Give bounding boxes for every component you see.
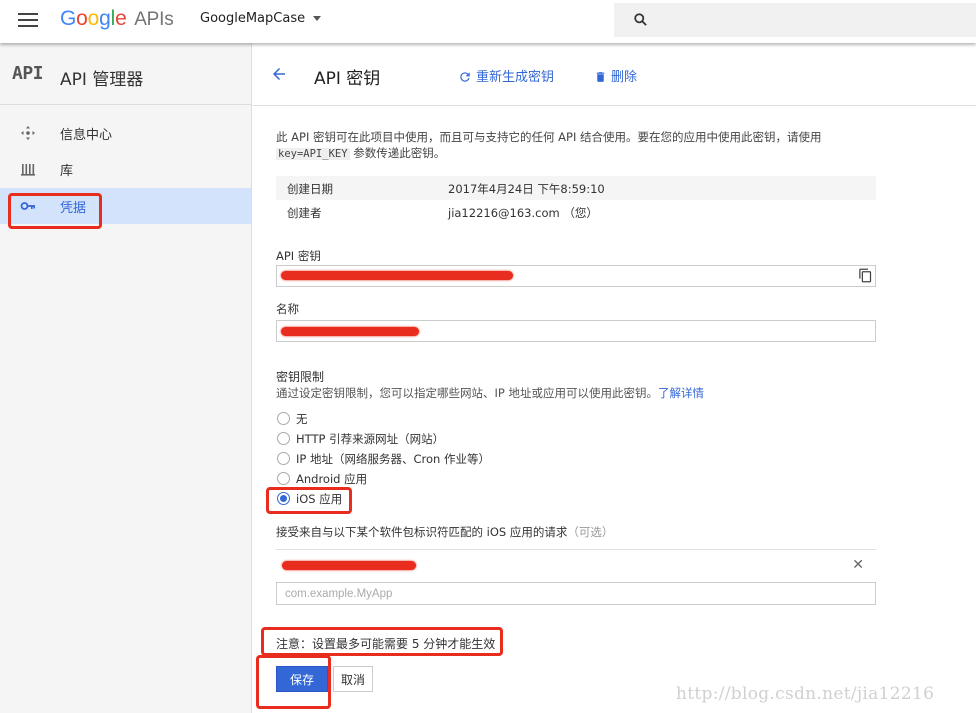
copy-icon[interactable] [858,268,873,283]
bundle-id-input[interactable] [276,582,876,605]
code-snippet: key=API_KEY [276,148,350,160]
close-icon[interactable]: ✕ [852,557,864,573]
dashboard-icon [21,126,35,140]
project-name: GoogleMapCase [200,11,306,26]
name-field[interactable] [276,320,876,342]
radio-button[interactable] [277,412,290,425]
radio-button[interactable] [277,452,290,465]
search-icon [634,13,647,26]
project-selector[interactable]: GoogleMapCase [200,11,322,26]
sidebar-item-label: 信息中心 [60,128,113,143]
bundle-id-entry: ✕ [276,549,876,579]
highlight-box-credentials [8,193,102,229]
delete-button[interactable]: 删除 [594,66,637,85]
trash-icon [596,72,605,82]
redaction-mark [282,561,416,570]
search-bar[interactable] [614,3,976,37]
regenerate-key-button[interactable]: 重新生成密钥 [458,66,554,85]
watermark: http://blog.csdn.net/jia12216 [676,684,935,704]
highlight-box-save [256,655,331,709]
top-app-bar: Google APIs GoogleMapCase [0,0,976,43]
sidebar: API API 管理器 信息中心 库 凭据 [0,43,252,713]
api-logo-icon: API [12,63,44,84]
bundle-id-label: 接受来自与以下某个软件包标识符匹配的 iOS 应用的请求（可选） [276,525,614,539]
key-restriction-description: 通过设定密钥限制，您可以指定哪些网站、IP 地址或应用可以使用此密钥。了解详情 [276,386,704,400]
menu-icon[interactable] [18,13,38,29]
key-restriction-title: 密钥限制 [276,370,325,384]
delete-label: 删除 [611,70,638,85]
api-key-field[interactable] [276,265,876,287]
key-metadata: 创建日期 2017年4月24日 下午8:59:10 创建者 jia12216@1… [276,176,876,224]
sidebar-title: API 管理器 [60,70,144,90]
sidebar-item-label: 库 [60,164,74,179]
redaction-mark [281,327,419,336]
meta-row-created: 创建日期 2017年4月24日 下午8:59:10 [276,176,876,200]
description-text: 此 API 密钥可在此项目中使用，而且可与支持它的任何 API 结合使用。要在您… [276,130,822,160]
library-icon [21,164,35,176]
cancel-button[interactable]: 取消 [333,666,373,692]
meta-row-creator: 创建者 jia12216@163.com （您） [287,206,598,220]
radio-button[interactable] [277,472,290,485]
radio-button[interactable] [277,432,290,445]
api-key-label: API 密钥 [276,249,321,263]
caret-down-icon [313,16,322,21]
google-apis-logo[interactable]: Google APIs [60,7,174,31]
page-header: API 密钥 重新生成密钥 删除 [252,43,976,106]
redaction-mark [281,271,513,280]
name-label: 名称 [276,302,299,316]
sidebar-header: API API 管理器 [0,43,251,105]
sidebar-item-library[interactable]: 库 [0,151,251,187]
refresh-icon [460,72,470,82]
back-arrow-icon[interactable] [270,65,288,83]
regenerate-key-label: 重新生成密钥 [476,70,555,85]
highlight-box-ios [266,487,352,514]
sidebar-item-dashboard[interactable]: 信息中心 [0,115,251,151]
learn-more-link[interactable]: 了解详情 [658,386,704,400]
page-title: API 密钥 [314,69,381,89]
highlight-box-note [261,627,503,656]
main-panel: API 密钥 重新生成密钥 删除 此 API 密钥可在此项目中使用，而且可与支持… [252,43,976,713]
